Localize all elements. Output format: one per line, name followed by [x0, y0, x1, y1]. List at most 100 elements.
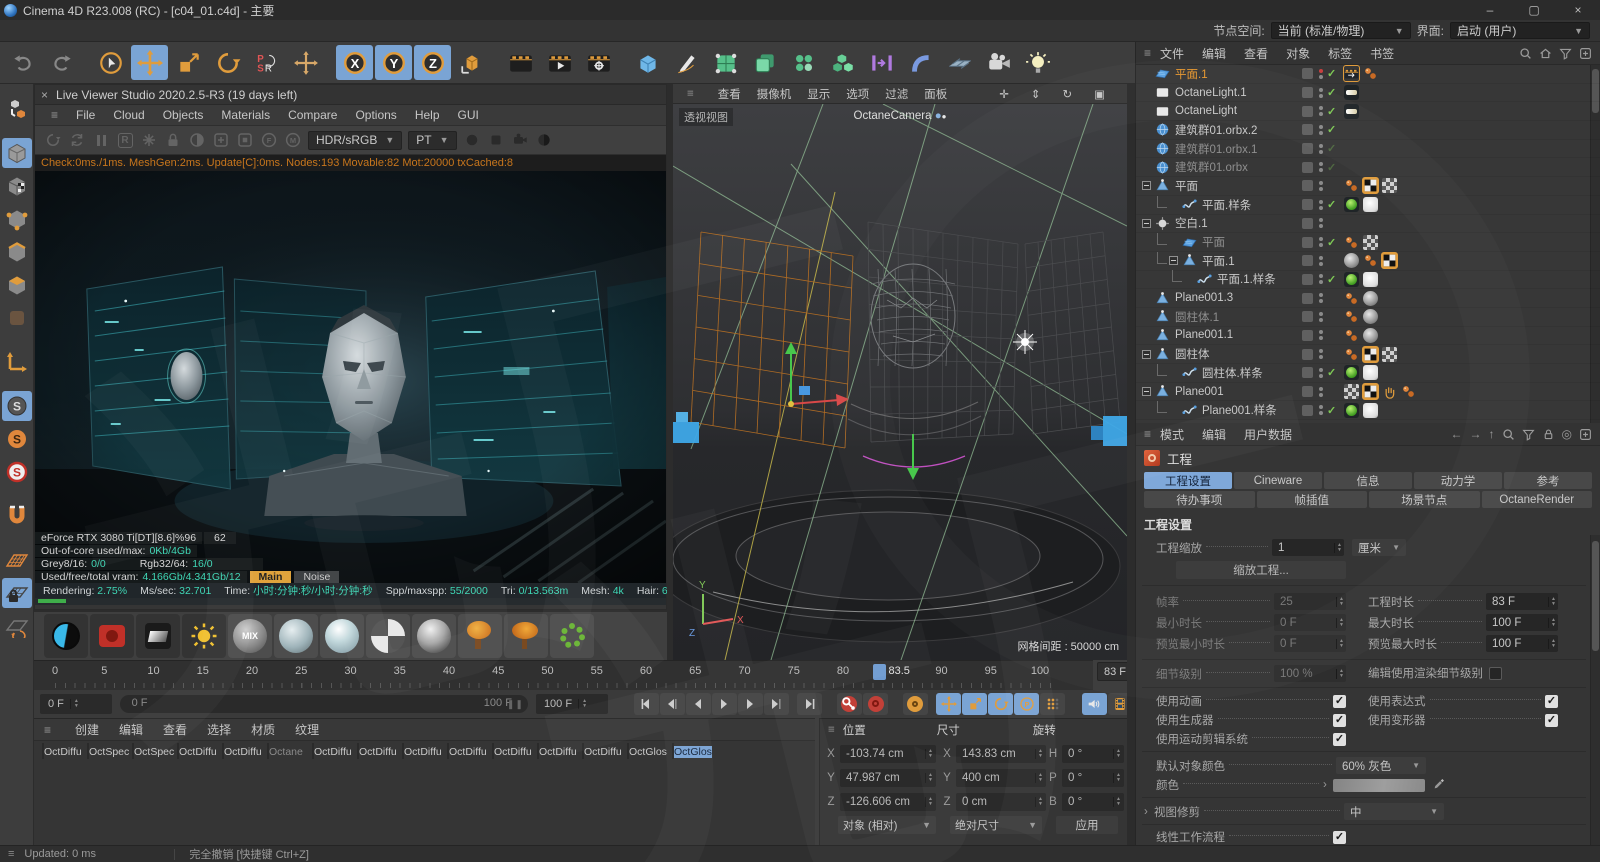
object-row[interactable]: Plane001.3 — [1136, 289, 1600, 308]
tag-lighttag[interactable] — [1344, 103, 1359, 119]
start-frame-field[interactable]: 0 F ▲ ▼ — [40, 693, 112, 714]
close-icon[interactable]: × — [41, 88, 48, 102]
axis-mode[interactable] — [2, 347, 32, 377]
spline-pen[interactable] — [668, 45, 705, 80]
goto-start-button[interactable] — [633, 692, 659, 715]
material-menu-4[interactable]: 材质 — [241, 721, 285, 738]
tag-green[interactable] — [1344, 402, 1359, 418]
spinner-arrows[interactable]: ▲ ▼ — [925, 772, 933, 783]
viewport-rotate-icon[interactable]: ↻ — [1054, 87, 1080, 101]
rotate-tool[interactable] — [209, 45, 246, 80]
redo-icon[interactable] — [43, 45, 80, 80]
material-item[interactable]: OctDiffu — [447, 743, 491, 759]
editor-render-dots[interactable] — [1319, 255, 1323, 266]
tag-gray[interactable] — [1363, 327, 1378, 343]
record-rotation-toggle[interactable] — [988, 692, 1014, 715]
view-clip-dropdown[interactable]: 中 ▼ — [1344, 803, 1444, 820]
tag-hand[interactable] — [1382, 384, 1397, 399]
sub-target-icon[interactable] — [233, 129, 257, 151]
om-menu-3[interactable]: 对象 — [1277, 45, 1319, 62]
mograph-cloner[interactable] — [785, 45, 822, 80]
light-object[interactable] — [1019, 45, 1056, 80]
visibility-toggle[interactable] — [1302, 255, 1313, 267]
value-field[interactable]: 0 F ▲ ▼ — [1274, 635, 1346, 652]
checkbox-使用变形器[interactable]: ✓ — [1545, 713, 1558, 727]
material-item[interactable]: OctGlos — [672, 743, 716, 759]
tag-dots[interactable] — [1363, 66, 1378, 81]
render-view[interactable] — [502, 45, 539, 80]
attributes-scrollbar[interactable] — [1590, 535, 1600, 862]
coordinate-field-size-y[interactable]: 400 cm ▲ ▼ — [956, 768, 1046, 787]
tag-green[interactable] — [1344, 197, 1359, 213]
enabled-check[interactable]: ✓ — [1327, 404, 1340, 417]
viewport-menu-5[interactable]: 面板 — [916, 86, 955, 102]
object-row[interactable]: Plane001.样条 ✓ — [1136, 401, 1600, 421]
enabled-check[interactable]: ✓ — [1327, 366, 1340, 379]
spline-boole[interactable] — [863, 45, 900, 80]
play-button[interactable] — [711, 692, 737, 715]
value-field[interactable]: 100 F ▲ ▼ — [1486, 635, 1558, 652]
move-tool[interactable] — [131, 45, 168, 80]
snap-3d[interactable]: S — [2, 424, 32, 454]
snap-auto[interactable]: S — [2, 457, 32, 487]
om-menu-4[interactable]: 标签 — [1319, 45, 1361, 62]
end-frame-field[interactable]: 100 F ▲ ▼ — [535, 693, 608, 714]
viewport-maximize-icon[interactable]: ▣ — [1086, 87, 1113, 101]
forward-icon[interactable]: → — [1470, 427, 1482, 441]
editor-render-dots[interactable] — [1319, 143, 1323, 154]
visibility-toggle[interactable] — [1302, 180, 1313, 192]
tab-Cineware[interactable]: Cineware — [1234, 472, 1322, 489]
spinner-arrows[interactable]: ▲ ▼ — [1336, 617, 1344, 628]
lock-y-axis[interactable]: Y — [375, 45, 412, 80]
edge-mode[interactable] — [2, 237, 32, 267]
timeline-ruler[interactable]: 0 5 10 15 20 25 30 35 40 45 50 55 60 65 70 75 80 90 95 100 8… — [34, 660, 1093, 690]
back-icon[interactable]: ← — [1451, 427, 1463, 441]
spinner-arrows[interactable]: ▲ ▼ — [1113, 748, 1121, 759]
workplane-lock[interactable] — [1, 578, 32, 608]
enabled-check[interactable]: ✓ — [1327, 123, 1340, 136]
enabled-check[interactable]: ✓ — [1327, 236, 1340, 249]
om-menu-5[interactable]: 书签 — [1361, 45, 1403, 62]
viewport-menu-2[interactable]: 显示 — [799, 86, 838, 102]
spinner-arrows[interactable]: ▲ ▼ — [1548, 638, 1556, 649]
prev-key-button[interactable] — [659, 692, 685, 715]
size-mode-dropdown[interactable]: 绝对尺寸 ▼ — [950, 816, 1042, 834]
lod-render-checkbox[interactable] — [1489, 666, 1502, 680]
pause-icon[interactable] — [89, 129, 113, 151]
editor-render-dots[interactable] — [1319, 367, 1323, 378]
tag-white[interactable] — [1363, 271, 1378, 287]
viewport-canvas[interactable]: Y X Z 透视视图 OctaneCamera ●● 网格间距 : 50000 … — [673, 104, 1127, 660]
record-position-toggle[interactable] — [936, 692, 962, 715]
object-row[interactable]: 建筑群01.orbx.2 ✓ — [1136, 121, 1600, 140]
bend-deformer[interactable] — [902, 45, 939, 80]
tab-场景节点[interactable]: 场景节点 — [1369, 491, 1480, 508]
tab-信息[interactable]: 信息 — [1324, 472, 1412, 489]
value-field[interactable]: 100 % ▲ ▼ — [1274, 665, 1346, 682]
workplane[interactable] — [2, 545, 32, 575]
value-field[interactable]: 25 ▲ ▼ — [1274, 593, 1346, 610]
tab-动力学[interactable]: 动力学 — [1414, 472, 1502, 489]
tag-checksel[interactable] — [1381, 252, 1398, 270]
render-settings[interactable] — [580, 45, 617, 80]
material-menu-5[interactable]: 纹理 — [285, 721, 329, 738]
material-item[interactable]: OctDiffu — [402, 743, 446, 759]
viewport-pan-icon[interactable]: ✛ — [991, 87, 1017, 101]
make-editable[interactable] — [2, 94, 32, 124]
palette-camera[interactable] — [90, 614, 134, 658]
palette-daylight[interactable] — [182, 614, 226, 658]
expand-toggle[interactable] — [1142, 349, 1151, 359]
tag-dots[interactable] — [1344, 291, 1359, 306]
expand-toggle[interactable] — [1142, 218, 1151, 228]
object-row[interactable]: Plane001 — [1136, 383, 1600, 402]
add-panel-icon[interactable] — [1579, 428, 1592, 441]
floor-object[interactable] — [941, 45, 978, 80]
tag-white[interactable] — [1363, 365, 1378, 381]
scale-tool[interactable] — [170, 45, 207, 80]
close-button[interactable]: × — [1556, 0, 1600, 20]
tag-dots[interactable] — [1344, 347, 1359, 362]
expand-toggle[interactable] — [1142, 387, 1151, 397]
visibility-toggle[interactable] — [1302, 217, 1313, 229]
om-menu-0[interactable]: 文件 — [1151, 45, 1193, 62]
checkbox-使用动画[interactable]: ✓ — [1333, 694, 1346, 708]
magnet-tool[interactable] — [2, 501, 32, 531]
